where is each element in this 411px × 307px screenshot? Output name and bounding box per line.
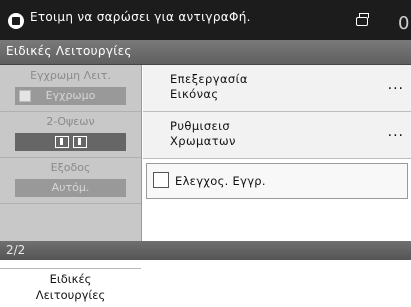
- copy-count: 0: [398, 13, 410, 34]
- footer-bar: 2/2: [0, 241, 411, 260]
- color-mode-value[interactable]: Εγχρωμο: [15, 87, 126, 105]
- output-group[interactable]: Εξοδος Αυτόμ.: [0, 157, 141, 204]
- color-adjust-button[interactable]: Ρυθμισεισ Χρωματων ...: [143, 112, 411, 159]
- more-icon: ...: [387, 124, 404, 140]
- proof-copy-label: Ελεγχος. Εγγρ.: [175, 174, 266, 188]
- status-message: Ετοιμη να σαρώσει για αντιγραΦή.: [30, 10, 251, 24]
- proof-copy-option[interactable]: Ελεγχος. Εγγρ.: [146, 163, 408, 199]
- copier-icon: [8, 13, 24, 29]
- page-indicator: 2/2: [6, 243, 26, 257]
- duplex-group[interactable]: 2-Οψεων: [0, 111, 141, 158]
- duplex-label: 2-Οψεων: [46, 115, 95, 128]
- color-mode-icon: [19, 90, 31, 102]
- color-adjust-label: Ρυθμισεισ Χρωματων: [170, 119, 236, 149]
- image-edit-button[interactable]: Επεξεργασία Εικόνας ...: [143, 65, 411, 112]
- right-panel: Επεξεργασία Εικόνας ... Ρυθμισεισ Χρωματ…: [141, 65, 411, 241]
- color-mode-label: Εγχρωμη Λειτ.: [30, 69, 111, 82]
- job-status-icon[interactable]: [356, 13, 369, 26]
- color-mode-group[interactable]: Εγχρωμη Λειτ. Εγχρωμο: [0, 65, 141, 112]
- color-mode-text: Εγχρωμο: [45, 89, 96, 102]
- image-edit-line1: Επεξεργασία: [170, 72, 248, 86]
- special-functions-tab[interactable]: Ειδικές Λειτουργίες: [0, 268, 141, 307]
- image-edit-line2: Εικόνας: [170, 87, 219, 101]
- color-adjust-line1: Ρυθμισεισ: [170, 119, 231, 133]
- color-adjust-line2: Χρωματων: [170, 134, 236, 148]
- special-functions-label: Ειδικές Λειτουργίες: [0, 271, 141, 303]
- status-bar: Ετοιμη να σαρώσει για αντιγραΦή. 0: [0, 0, 411, 40]
- duplex-page-icon: [54, 136, 69, 148]
- output-label: Εξοδος: [50, 161, 91, 174]
- title-bar: Ειδικές Λειτουργίες: [0, 40, 411, 65]
- image-edit-label: Επεξεργασία Εικόνας: [170, 72, 248, 102]
- page-title: Ειδικές Λειτουργίες: [6, 44, 132, 58]
- special-functions-line1: Ειδικές: [49, 272, 92, 286]
- duplex-page-icon: [72, 136, 87, 148]
- proof-copy-checkbox[interactable]: [153, 172, 169, 188]
- left-panel: Εγχρωμη Λειτ. Εγχρωμο 2-Οψεων Εξοδος Αυτ…: [0, 65, 141, 307]
- special-functions-line2: Λειτουργίες: [35, 288, 106, 302]
- more-icon: ...: [387, 77, 404, 93]
- output-value[interactable]: Αυτόμ.: [15, 179, 126, 197]
- duplex-value[interactable]: [15, 133, 126, 151]
